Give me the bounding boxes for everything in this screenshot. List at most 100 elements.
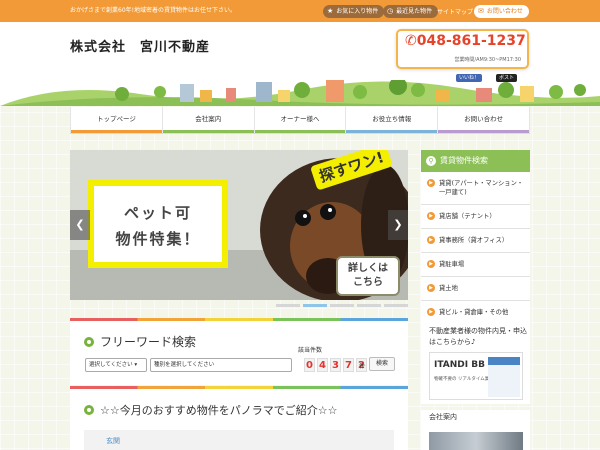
nav-underline <box>71 130 162 133</box>
count-label: 該当件数 <box>298 347 323 354</box>
type-select[interactable]: 種別を選択してください <box>150 358 292 372</box>
sidebar-item-office[interactable]: ▶ 貸事務所（貸オフィス） <box>421 229 530 253</box>
slider-pagination <box>276 304 408 307</box>
hero-slider[interactable]: ペット可 物件特集！ 探すワン! 詳しくは こちら ❮ ❯ <box>70 150 408 300</box>
company-logo[interactable]: 株式会社 宮川不動産 <box>70 36 210 55</box>
company-info-box: 会社案内 <box>421 410 530 450</box>
town-scenery-illustration <box>0 80 600 106</box>
panorama-viewer[interactable]: 玄関 <box>84 430 394 450</box>
itandi-banner[interactable]: ITANDI BB 物確不要の リアルタイム業者間サイト <box>429 352 523 400</box>
pet-feature-banner: ペット可 物件特集！ <box>88 180 228 268</box>
sidebar-title: ⚲ 賃貸物件検索 <box>421 150 530 172</box>
itandi-logo: ITANDI BB <box>434 360 485 370</box>
nav-underline <box>254 130 346 133</box>
recent-label: 最近見た物件 <box>396 8 433 15</box>
sidebar-item-parking[interactable]: ▶ 貸駐車場 <box>421 253 530 277</box>
nav-item-top[interactable]: トップページ <box>70 107 163 133</box>
phone-number: ✆048-861-1237 <box>405 33 526 49</box>
arrow-right-icon: ▶ <box>427 260 435 268</box>
recommend-title: ☆☆今月のおすすめ物件をパノラマでご紹介☆☆ <box>84 402 337 418</box>
search-icon: ⚲ <box>426 156 436 166</box>
sidebar-item-label: 貸駐車場 <box>439 261 465 268</box>
slider-dot[interactable] <box>357 304 381 307</box>
arrow-right-icon: ▶ <box>427 236 435 244</box>
top-bar: おかげさまで創業60年!地域密着の賃貸物件はお任せ下さい。 ★ お気に入り物件 ◷… <box>0 0 600 22</box>
clock-icon: ◷ <box>387 7 394 15</box>
circle-bullet-icon <box>84 405 94 415</box>
nav-item-contact[interactable]: お問い合わせ <box>438 107 530 133</box>
nav-item-owner[interactable]: オーナー様へ <box>254 107 347 133</box>
nav-label: お役立ち情報 <box>372 115 412 123</box>
nav-underline <box>346 130 438 133</box>
arrow-right-icon: ▶ <box>427 284 435 292</box>
nav-item-company[interactable]: 会社案内 <box>162 107 255 133</box>
slider-dot[interactable] <box>276 304 300 307</box>
sidebar-item-land[interactable]: ▶ 貸土地 <box>421 277 530 301</box>
slider-prev-button[interactable]: ❮ <box>70 210 90 240</box>
nav-label: お問い合わせ <box>464 115 504 123</box>
sitemap-link[interactable]: サイトマップ <box>437 7 473 16</box>
count-digit: 7 <box>343 358 354 372</box>
details-text-2: こちら <box>353 277 383 288</box>
business-hours: 営業時間/AM9:30~PM17:30 <box>454 57 521 63</box>
search-button[interactable]: 検索 <box>369 357 395 371</box>
recent-button[interactable]: ◷ 最近見た物件 <box>383 5 439 18</box>
sidebar-search: ⚲ 賃貸物件検索 ▶ 貸貸(アパート・マンション・一戸建て) ▶ 貸店舗（テナント） … <box>421 150 530 325</box>
phone-box[interactable]: ✆048-861-1237 営業時間/AM9:30~PM17:30 <box>396 29 529 69</box>
slider-dot-active[interactable] <box>303 304 327 307</box>
favorites-label: お気に入り物件 <box>336 8 379 15</box>
count-digit: 4 <box>317 358 328 372</box>
arrow-right-icon: ▶ <box>427 212 435 220</box>
nav-label: 会社案内 <box>195 115 222 123</box>
details-text-1: 詳しくは <box>348 263 388 274</box>
type-select-value: 種別を選択してください <box>154 362 215 368</box>
contact-top-label: お問い合わせ <box>486 8 523 15</box>
pet-headline-2: 物件特集！ <box>115 230 201 248</box>
pet-headline-1: ペット可 <box>123 204 192 222</box>
area-select-value: 選択してください <box>89 362 133 368</box>
tagline: おかげさまで創業60年!地域密着の賃貸物件はお任せ下さい。 <box>70 7 237 14</box>
search-title-text: フリーワード検索 <box>100 335 197 349</box>
count-display: 0 4 3 7 2 <box>304 358 367 372</box>
free-word-search-panel: フリーワード検索 選択してください ▾ 種別を選択してください 該当件数 0 4… <box>70 321 408 385</box>
company-info-label[interactable]: 会社案内 <box>429 412 457 422</box>
favorites-button[interactable]: ★ お気に入り物件 <box>323 5 385 18</box>
slider-next-button[interactable]: ❯ <box>388 210 408 240</box>
vendor-box: 不動産業者様の物件内見・申込はこちらから♪ ITANDI BB 物確不要の リア… <box>421 318 530 404</box>
panorama-tab[interactable]: 玄関 <box>106 436 120 446</box>
star-icon: ★ <box>327 7 334 15</box>
details-link[interactable]: 詳しくは こちら <box>336 256 400 296</box>
mail-icon: ✉ <box>478 7 484 15</box>
nav-underline <box>162 130 254 133</box>
count-digit: 3 <box>330 358 341 372</box>
sidebar-item-label: 貸店舗（テナント） <box>439 213 496 220</box>
arrow-right-icon: ▶ <box>427 179 435 187</box>
sidebar-item-label: 貸土地 <box>439 285 458 292</box>
nav-underline <box>438 130 529 133</box>
slider-dot[interactable] <box>384 304 408 307</box>
sidebar-item-label: 貸事務所（貸オフィス） <box>439 237 509 244</box>
arrow-right-icon: ▶ <box>427 308 435 316</box>
slider-dot[interactable] <box>330 304 354 307</box>
phone-icon: ✆ <box>405 33 417 49</box>
sidebar-title-text: 賃貸物件検索 <box>440 156 488 165</box>
count-digit: 0 <box>304 358 315 372</box>
sidebar-item-label: 貸貸(アパート・マンション・一戸建て) <box>439 180 524 196</box>
sidebar-item-rental-housing[interactable]: ▶ 貸貸(アパート・マンション・一戸建て) <box>421 172 530 205</box>
chevron-left-icon: ❮ <box>75 218 85 231</box>
sidebar-item-label: 貸ビル・貸倉庫・その他 <box>439 309 509 316</box>
area-select[interactable]: 選択してください ▾ <box>85 358 147 372</box>
vendor-text: 不動産業者様の物件内見・申込はこちらから♪ <box>429 327 527 346</box>
recommend-title-text: ☆☆今月のおすすめ物件をパノラマでご紹介☆☆ <box>100 404 338 417</box>
sidebar-item-store[interactable]: ▶ 貸店舗（テナント） <box>421 205 530 229</box>
recommend-panel: ☆☆今月のおすすめ物件をパノラマでご紹介☆☆ 玄関 <box>70 389 408 450</box>
count-unit: 件 <box>359 363 366 370</box>
nav-label: オーナー様へ <box>280 115 320 123</box>
global-nav: トップページ 会社案内 オーナー様へ お役立ち情報 お問い合わせ <box>70 107 530 134</box>
nav-label: トップページ <box>96 115 136 123</box>
company-photo[interactable] <box>429 432 523 450</box>
search-title: フリーワード検索 <box>84 333 196 350</box>
chevron-right-icon: ❯ <box>393 218 403 231</box>
contact-top-button[interactable]: ✉ お問い合わせ <box>474 5 529 18</box>
nav-item-info[interactable]: お役立ち情報 <box>346 107 439 133</box>
